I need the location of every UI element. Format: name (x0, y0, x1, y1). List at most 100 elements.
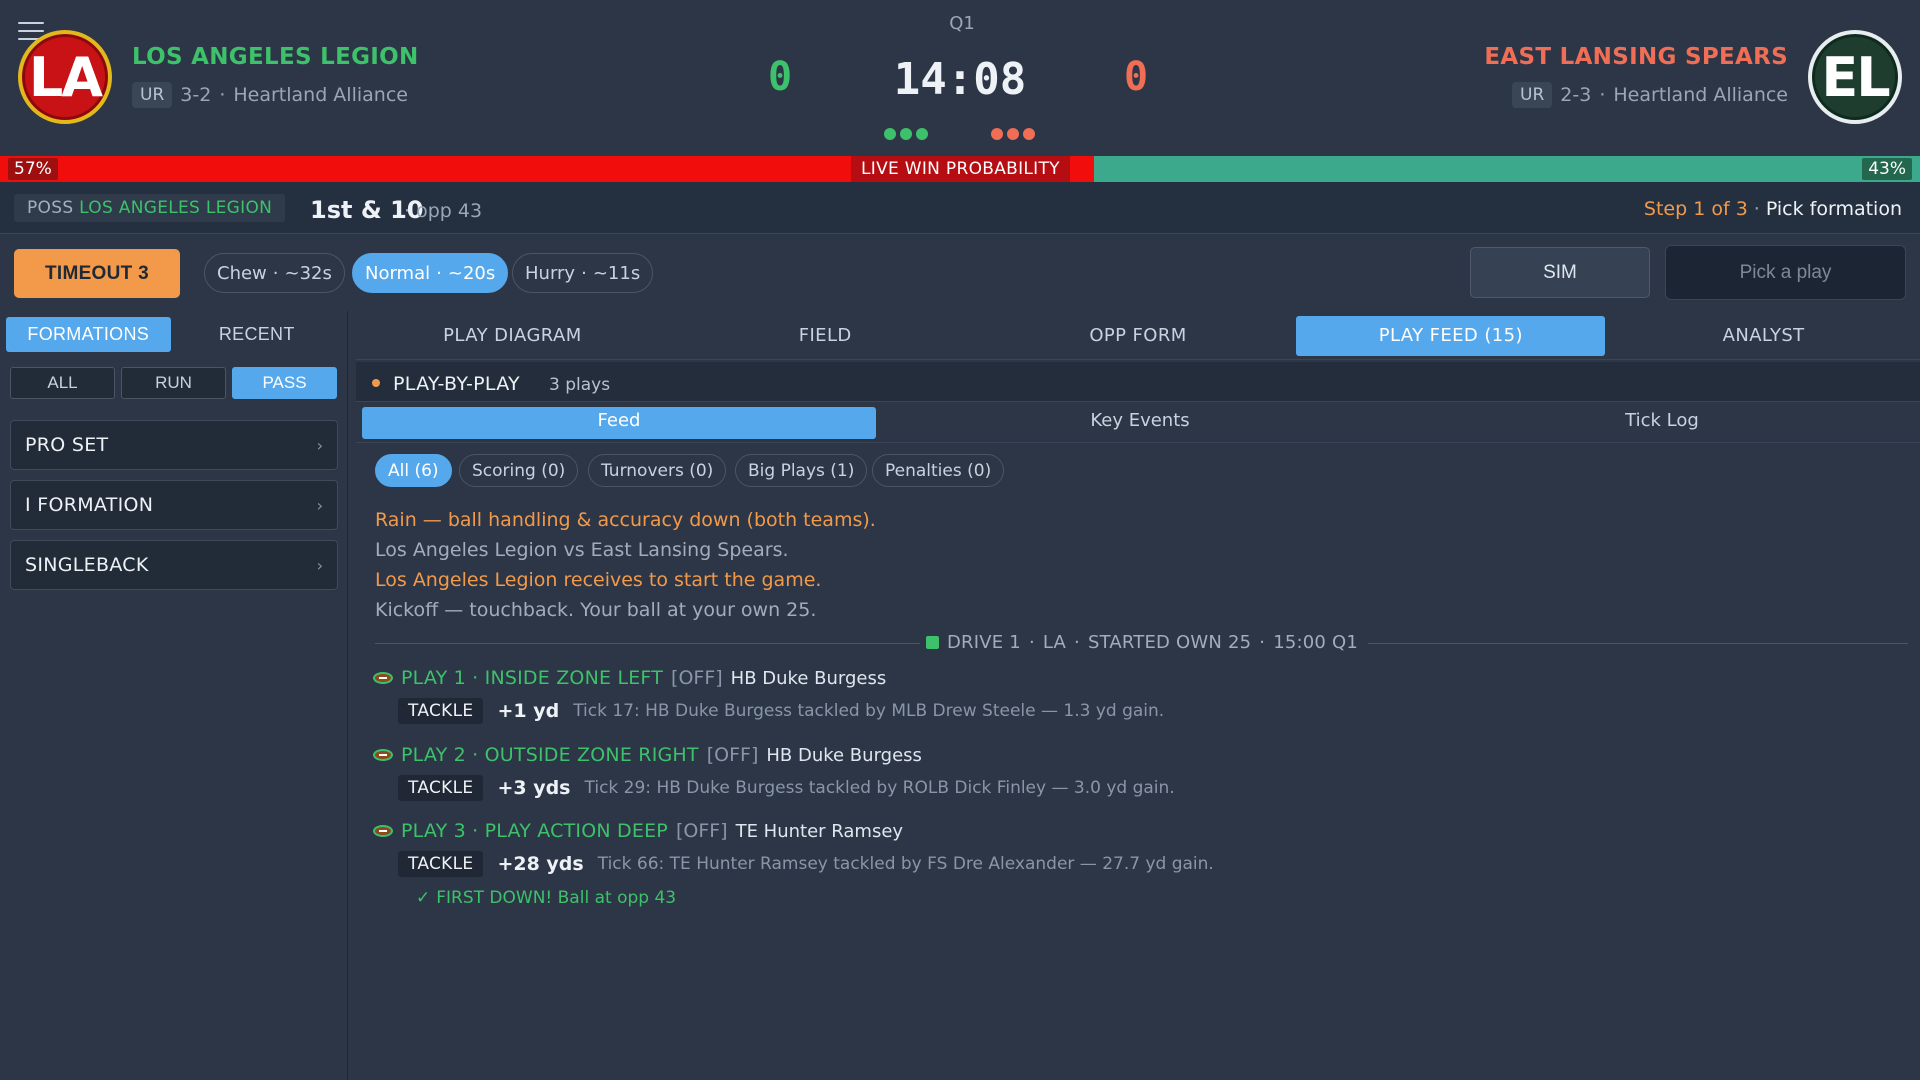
pick-a-play-button[interactable]: Pick a play (1665, 245, 1906, 300)
ball-spot: · opp 43 (404, 200, 483, 222)
play-type-filter: ALL RUN PASS (10, 367, 337, 399)
pace-chew-button[interactable]: Chew · ~32s (204, 253, 345, 293)
home-timeouts-indicator (884, 128, 928, 140)
formation-singleback[interactable]: SINGLEBACK › (10, 540, 338, 590)
step-separator: · (1753, 198, 1760, 220)
play-count: 3 plays (549, 375, 611, 395)
chip-all[interactable]: All (6) (375, 454, 452, 487)
home-score: 0 (768, 54, 793, 100)
home-team-meta: UR 3-2 · Heartland Alliance (132, 82, 408, 108)
football-icon (373, 749, 393, 761)
play-result: TACKLE +3 yds Tick 29: HB Duke Burgess t… (398, 775, 1175, 801)
play-entry-header: PLAY 1 · INSIDE ZONE LEFT [OFF] HB Duke … (373, 667, 886, 689)
pace-separator: · (436, 262, 442, 284)
win-probability-label: LIVE WIN PROBABILITY (851, 156, 1070, 182)
drive-separator: · (1259, 632, 1266, 653)
tick-description: Tick 66: TE Hunter Ramsey tackled by FS … (597, 854, 1214, 874)
pace-normal-button[interactable]: Normal · ~20s (352, 253, 509, 293)
away-win-pct: 43% (1862, 158, 1912, 180)
timeout-button[interactable]: TIMEOUT 3 (14, 249, 180, 298)
chevron-right-icon: › (316, 435, 323, 455)
pace-time: ~32s (284, 262, 332, 284)
pace-time: ~11s (592, 262, 641, 284)
filter-run[interactable]: RUN (121, 367, 226, 399)
away-record: 2-3 (1560, 84, 1592, 106)
chip-penalties[interactable]: Penalties (0) (872, 454, 1005, 487)
chip-big-plays[interactable]: Big Plays (1) (735, 454, 868, 487)
yards-gained: +3 yds (497, 777, 571, 799)
tab-opp-form[interactable]: OPP FORM (984, 316, 1293, 356)
play-title: PLAY 1 · INSIDE ZONE LEFT (401, 667, 664, 689)
subtab-feed[interactable]: Feed (362, 407, 876, 439)
feed-sub-tabs: Feed Key Events Tick Log (362, 407, 1920, 439)
result-badge: TACKLE (398, 851, 484, 877)
step-indicator: Step 1 of 3 · Pick formation (1644, 198, 1902, 220)
subtab-tick-log[interactable]: Tick Log (1404, 407, 1920, 439)
tab-play-diagram[interactable]: PLAY DIAGRAM (358, 316, 667, 356)
formation-pro-set[interactable]: PRO SET › (10, 420, 338, 470)
away-team-meta: UR 2-3 · Heartland Alliance (1512, 82, 1788, 108)
away-conference-badge: UR (1512, 82, 1553, 108)
chevron-right-icon: › (316, 495, 323, 515)
timeout-dot (1007, 128, 1019, 140)
yards-gained: +28 yds (497, 853, 584, 875)
divider (356, 442, 1920, 443)
filter-all[interactable]: ALL (10, 367, 115, 399)
play-title: PLAY 3 · PLAY ACTION DEEP (401, 820, 668, 842)
away-team-logo: EL (1808, 30, 1902, 124)
football-icon (373, 672, 393, 684)
timeout-dot (1023, 128, 1035, 140)
feed-message: Kickoff — touchback. Your ball at your o… (375, 599, 817, 621)
tick-description: Tick 29: HB Duke Burgess tackled by ROLB… (584, 778, 1175, 798)
formation-label: PRO SET (25, 434, 109, 456)
quarter-label: Q1 (949, 13, 975, 34)
timeout-dot (991, 128, 1003, 140)
first-down-note: ✓ FIRST DOWN! Ball at opp 43 (416, 888, 676, 908)
play-result: TACKLE +28 yds Tick 66: TE Hunter Ramsey… (398, 851, 1214, 877)
play-entry-header: PLAY 2 · OUTSIDE ZONE RIGHT [OFF] HB Duk… (373, 744, 922, 766)
tab-analyst[interactable]: ANALYST (1609, 316, 1918, 356)
timeout-dot (884, 128, 896, 140)
step-progress: Step 1 of 3 (1643, 198, 1748, 220)
play-title: PLAY 2 · OUTSIDE ZONE RIGHT (401, 744, 699, 766)
tab-play-feed[interactable]: PLAY FEED (15) (1296, 316, 1606, 356)
tab-field[interactable]: FIELD (671, 316, 980, 356)
away-score: 0 (1124, 54, 1149, 100)
play-side: [OFF] (706, 744, 759, 766)
main-tabs: PLAY DIAGRAM FIELD OPP FORM PLAY FEED (1… (356, 313, 1920, 360)
win-probability-away-fill (1094, 156, 1920, 182)
play-side: [OFF] (675, 820, 728, 842)
meta-separator: · (1599, 84, 1606, 106)
drive-team: LA (1042, 632, 1067, 653)
pace-separator: · (581, 262, 587, 284)
drive-team-marker-icon (926, 636, 939, 649)
status-dot-icon (372, 379, 380, 387)
timeout-dot (900, 128, 912, 140)
chevron-right-icon: › (316, 555, 323, 575)
home-win-pct: 57% (8, 158, 58, 180)
possession-prefix: POSS (27, 198, 74, 218)
tab-recent[interactable]: RECENT (174, 317, 339, 352)
play-by-play-title: PLAY-BY-PLAY (393, 373, 520, 395)
result-badge: TACKLE (398, 775, 484, 801)
pace-time: ~20s (447, 262, 496, 284)
filter-pass[interactable]: PASS (232, 367, 337, 399)
tab-formations[interactable]: FORMATIONS (6, 317, 171, 352)
drive-separator: · (1074, 632, 1080, 653)
game-clock: 14:08 (893, 54, 1027, 105)
chip-turnovers[interactable]: Turnovers (0) (588, 454, 727, 487)
formation-i-formation[interactable]: I FORMATION › (10, 480, 338, 530)
football-icon (373, 825, 393, 837)
play-player: HB Duke Burgess (766, 744, 922, 766)
sim-button[interactable]: SIM (1470, 247, 1650, 298)
home-division: Heartland Alliance (233, 84, 408, 106)
subtab-key-events[interactable]: Key Events (882, 407, 1398, 439)
chip-scoring[interactable]: Scoring (0) (459, 454, 579, 487)
play-entry-header: PLAY 3 · PLAY ACTION DEEP [OFF] TE Hunte… (373, 820, 903, 842)
feed-message: Los Angeles Legion receives to start the… (375, 569, 822, 591)
pace-hurry-button[interactable]: Hurry · ~11s (512, 253, 654, 293)
possession-team: LOS ANGELES LEGION (79, 198, 273, 218)
home-team-name: LOS ANGELES LEGION (132, 44, 419, 70)
timeout-dot (916, 128, 928, 140)
play-player: HB Duke Burgess (730, 667, 887, 689)
